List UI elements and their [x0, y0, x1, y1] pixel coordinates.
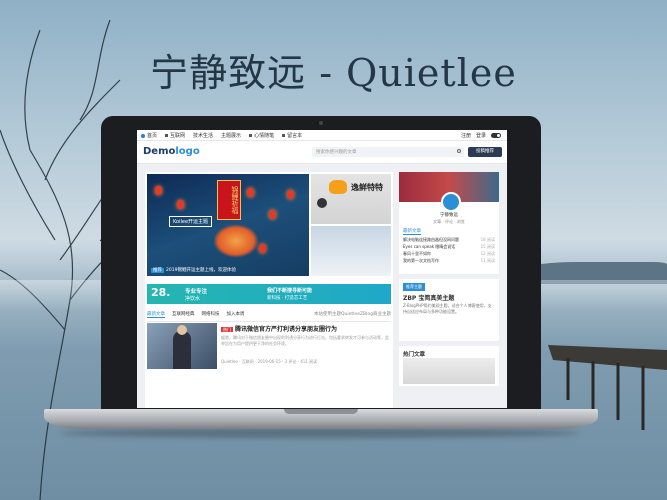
theme-card[interactable]: 推荐主题 ZBP 宝简真美主题 Z-BlogPHP简约美观主题，适合个人博客使用…	[399, 279, 499, 341]
slider-caption[interactable]: 推荐 2019锦鲤开运主题上线，欢迎体验	[151, 267, 236, 273]
list-item[interactable]: 解决电脑连接路由器但没网问题 18 阅读	[403, 236, 495, 243]
tab-this-week[interactable]: 加入本周	[227, 311, 245, 318]
nav-home[interactable]: 首页	[141, 132, 157, 139]
nav-internet[interactable]: 互联网	[165, 132, 185, 139]
site-nav: 首页 互联网 技术生活 主题展示 心情随笔 留言本	[141, 132, 302, 139]
toggle-knob	[497, 134, 500, 137]
recent-list: 解决电脑连接路由器但没网问题 18 阅读 Eyes can speak 眼睛会说话…	[403, 236, 495, 264]
profile-card: 宁静致远 文章 · 评论 · 浏览 最新文章 解决电脑连接路由器但没网问题 18 …	[399, 172, 499, 274]
article-tabs: 最新文章 互联网经典 网络科技 加入本周 本站使用主题QuietleeZBlog…	[147, 311, 391, 322]
register-link[interactable]: 注册	[461, 132, 471, 139]
post-button[interactable]: 投稿推荐	[468, 147, 502, 157]
laptop-lid: 首页 互联网 技术生活 主题展示 心情随笔 留言本 注册 登录 Demologo…	[101, 116, 541, 411]
hot-articles-title: 热门文章	[403, 352, 426, 358]
lantern-icon	[259, 244, 266, 253]
tab-internet-classic[interactable]: 互联网经典	[172, 311, 195, 318]
blessing-sign: 锦鲤祈福	[217, 180, 241, 220]
lantern-icon	[177, 200, 184, 209]
login-link[interactable]: 登录	[476, 132, 486, 139]
profile-name: 宁静致远	[440, 213, 458, 218]
laptop-shadow	[60, 428, 580, 438]
hot-article-image[interactable]	[403, 358, 495, 384]
tab-network-tech[interactable]: 网络科技	[202, 311, 220, 318]
featured-thumb-1[interactable]: 逸鲜特特	[311, 174, 391, 224]
article-thumbnail[interactable]	[147, 323, 217, 369]
cat-logo-icon	[329, 180, 347, 194]
person-head	[177, 325, 187, 335]
article-title[interactable]: 热门 腾讯微信官方严打利诱分享朋友圈行为	[221, 324, 337, 333]
cloud-icon	[165, 134, 169, 137]
lantern-icon	[155, 186, 162, 195]
webcam-icon	[319, 121, 323, 125]
banner-title: Koilee开运主题	[169, 216, 213, 227]
nav-tech-life[interactable]: 技术生活	[193, 132, 213, 139]
profile-section-label[interactable]: 最新文章	[403, 228, 421, 235]
article-meta: Quietlee · 互联网 · 2019-06-15 · 3 评论 · 411…	[221, 359, 318, 364]
site-topbar: 首页 互联网 技术生活 主题展示 心情随笔 留言本 注册 登录	[137, 130, 507, 141]
featured-thumb-2[interactable]	[311, 226, 391, 276]
tab-latest[interactable]: 最新文章	[147, 311, 165, 318]
site-logo[interactable]: Demologo	[143, 146, 200, 157]
home-icon	[141, 134, 145, 138]
nav-mood-notes[interactable]: 心情随笔	[249, 132, 274, 139]
sidebar: 宁静致远 文章 · 评论 · 浏览 最新文章 解决电脑连接路由器但没网问题 18 …	[399, 172, 499, 391]
list-item[interactable]: 春风十里不如你 12 阅读	[403, 250, 495, 257]
heart-icon	[249, 134, 253, 137]
main-column: 锦鲤祈福 Koilee开运主题 推荐 2019锦鲤开运主题上线，欢迎体验 逸鲜特特…	[145, 172, 393, 408]
theme-tag: 推荐主题	[403, 283, 425, 291]
laptop-screen: 首页 互联网 技术生活 主题展示 心情随笔 留言本 注册 登录 Demologo…	[137, 130, 507, 408]
search-input[interactable]: 搜索你感兴趣的文章	[312, 147, 464, 157]
lantern-icon	[269, 210, 276, 219]
laptop-notch	[284, 409, 358, 414]
avatar[interactable]	[441, 192, 461, 212]
profile-stats: 文章 · 评论 · 浏览	[433, 219, 465, 224]
theme-desc: Z-BlogPHP简约美观主题，适合个人博客使用，支持自适应布局与多种功能设置。	[403, 303, 492, 314]
theme-title[interactable]: ZBP 宝简真美主题	[403, 293, 454, 302]
headline-title: 宁静致远 - Quietlee	[150, 51, 517, 95]
user-links: 注册 登录	[461, 132, 501, 139]
search-icon[interactable]	[457, 149, 461, 153]
list-item[interactable]: 热门 腾讯微信官方严打利诱分享朋友圈行为 据悉，腾讯对于微信朋友圈中出现的利诱分享…	[147, 323, 391, 371]
bookmark-icon	[282, 134, 286, 137]
site-notice[interactable]: 本站使用主题QuietleeZBlog商业主题	[314, 311, 391, 318]
list-item[interactable]: 我的第一次文档写作 11 阅读	[403, 257, 495, 264]
featured-slider[interactable]: 锦鲤祈福 Koilee开运主题 推荐 2019锦鲤开运主题上线，欢迎体验	[147, 174, 309, 276]
koi-fish-image	[213, 224, 259, 258]
lantern-icon	[247, 188, 254, 197]
night-mode-toggle[interactable]	[491, 133, 501, 138]
dark-circle-icon	[317, 198, 327, 208]
lantern-icon	[287, 190, 294, 199]
laptop-base	[44, 409, 598, 429]
list-item[interactable]: Eyes can speak 眼睛会说话 15 阅读	[403, 243, 495, 250]
ad-banner[interactable]: 28. 专业专注 净饮水 我们不断搜寻新可能 新科技 · 打造芯工艺	[147, 284, 391, 304]
nav-theme-showcase[interactable]: 主题展示	[221, 132, 241, 139]
site-header: Demologo 搜索你感兴趣的文章 投稿推荐	[137, 141, 507, 164]
hot-articles-card: 热门文章	[399, 346, 499, 386]
nav-guestbook[interactable]: 留言本	[282, 132, 302, 139]
article-excerpt: 据悉，腾讯对于微信朋友圈中出现的利诱分享行为进行打击，包括要求转发才可参与活动等…	[221, 335, 389, 346]
person-image	[173, 331, 191, 369]
